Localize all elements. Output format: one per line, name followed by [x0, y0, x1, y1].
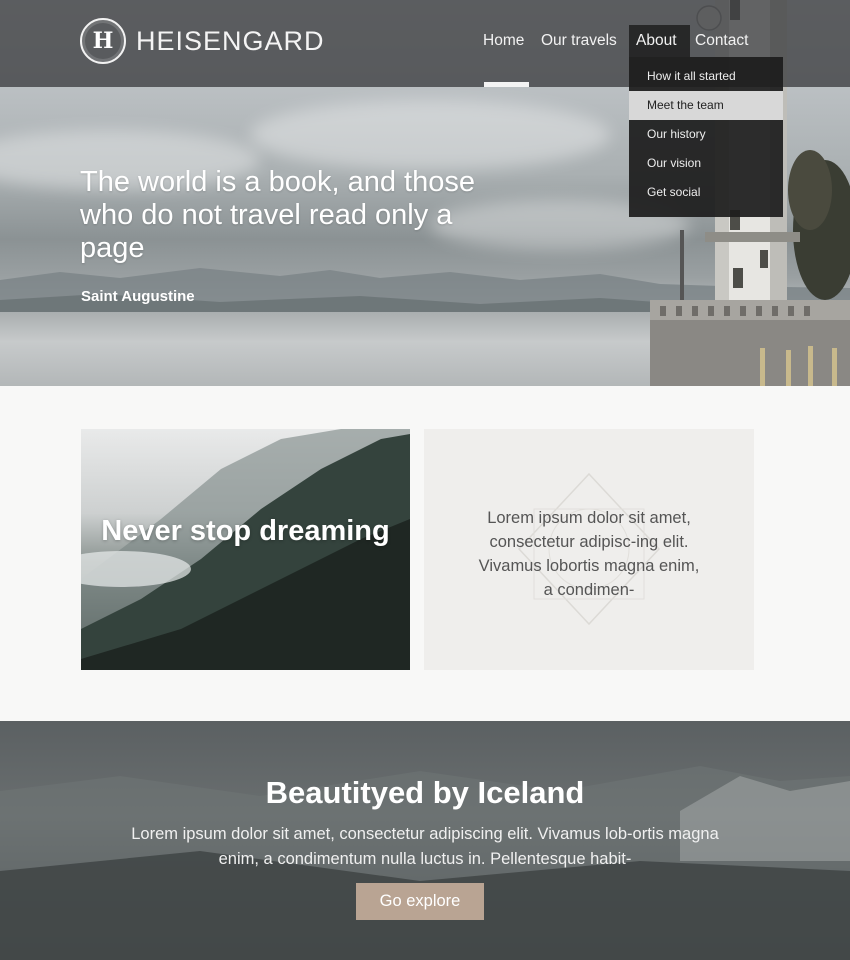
image-card[interactable]: Never stop dreaming: [81, 429, 410, 670]
mountain-photo: [81, 429, 410, 670]
nav-item-home[interactable]: Home: [483, 32, 524, 50]
dropdown-item-our-vision[interactable]: Our vision: [629, 149, 783, 178]
hero-quote-author: Saint Augustine: [81, 288, 195, 305]
text-card-body: Lorem ipsum dolor sit amet, consectetur …: [478, 509, 700, 599]
logo[interactable]: H HEISENGARD: [80, 18, 325, 64]
nav-active-indicator: [484, 82, 529, 87]
text-card: Lorem ipsum dolor sit amet, consectetur …: [424, 429, 754, 670]
dropdown-item-get-social[interactable]: Get social: [629, 178, 783, 207]
go-explore-button[interactable]: Go explore: [356, 883, 484, 920]
nav-item-our-travels[interactable]: Our travels: [541, 32, 617, 50]
image-card-title: Never stop dreaming: [101, 515, 390, 547]
banner-title: Beautityed by Iceland: [265, 775, 585, 810]
nav-item-contact[interactable]: Contact: [695, 32, 748, 50]
features-section: Never stop dreaming Lorem ipsum dolor si…: [0, 386, 850, 721]
cloud: [250, 100, 610, 170]
banner-text: Lorem ipsum dolor sit amet, consectetur …: [131, 825, 719, 868]
hero-section: H HEISENGARD Home Our travels About Cont…: [0, 0, 850, 386]
dropdown-item-how-it-all-started[interactable]: How it all started: [629, 62, 783, 91]
dropdown-item-our-history[interactable]: Our history: [629, 120, 783, 149]
nav-item-about[interactable]: About: [636, 32, 677, 50]
logo-mark-icon: H: [80, 18, 126, 64]
iceland-banner: Beautityed by Iceland Lorem ipsum dolor …: [0, 721, 850, 960]
hero-quote: The world is a book, and those who do no…: [80, 166, 475, 264]
about-dropdown-menu: How it all started Meet the team Our his…: [629, 57, 783, 217]
dropdown-item-meet-the-team[interactable]: Meet the team: [629, 91, 783, 120]
brand-name: HEISENGARD: [136, 25, 325, 56]
